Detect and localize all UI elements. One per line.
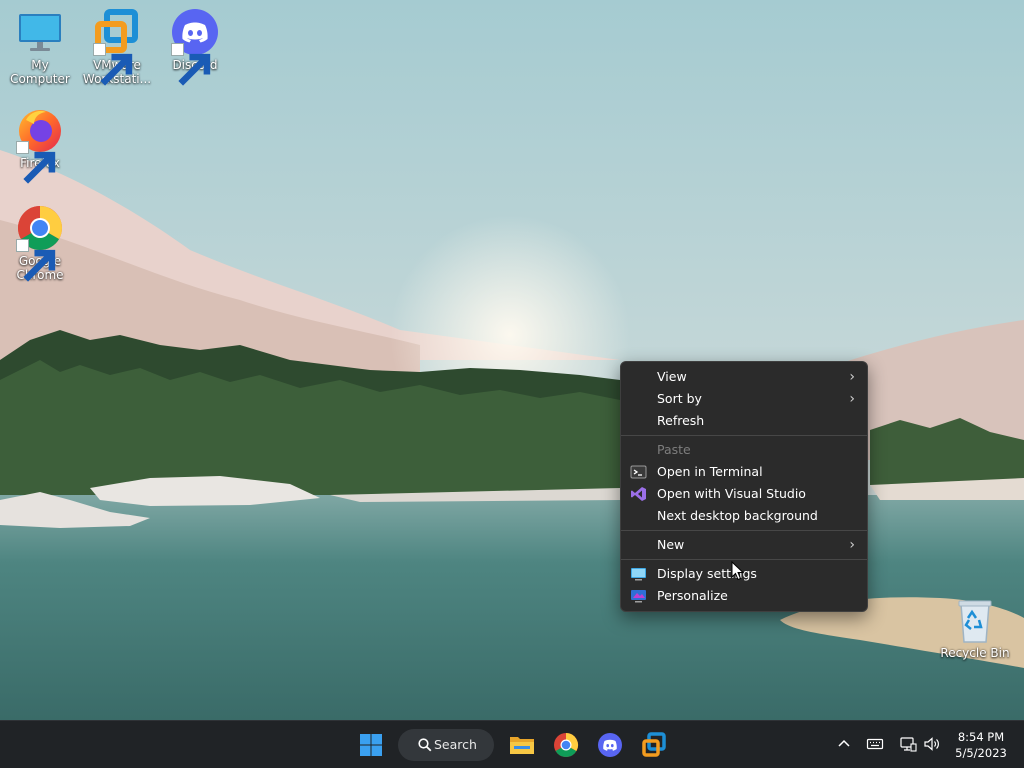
- desktop-icon-label: Recycle Bin: [940, 646, 1010, 660]
- menu-item-open-in-terminal[interactable]: Open in Terminal: [621, 461, 867, 483]
- menu-item-refresh[interactable]: Refresh: [621, 410, 867, 432]
- personalize-icon: [630, 588, 647, 604]
- vmware-icon: [642, 732, 666, 757]
- menu-separator: [621, 530, 867, 531]
- menu-item-sort-by[interactable]: Sort by ›: [621, 388, 867, 410]
- desktop-icon-recycle-bin[interactable]: Recycle Bin: [936, 596, 1014, 660]
- desktop-icon-discord[interactable]: Discord: [156, 8, 234, 86]
- menu-item-label: New: [657, 537, 685, 552]
- mouse-cursor-icon: [731, 561, 745, 581]
- shortcut-arrow-icon: [16, 141, 56, 184]
- display-icon: [630, 566, 647, 582]
- taskbar-discord[interactable]: [594, 729, 626, 761]
- shortcut-arrow-icon: [93, 43, 133, 86]
- keyboard-icon: [866, 738, 884, 750]
- chevron-right-icon: ›: [849, 369, 855, 385]
- menu-item-label: Open in Terminal: [657, 464, 763, 479]
- start-icon: [360, 734, 382, 756]
- desktop-icon-vmware[interactable]: VMware Workstati...: [78, 8, 156, 86]
- recycle-bin-icon: [951, 596, 999, 644]
- shortcut-arrow-icon: [171, 43, 211, 86]
- chrome-icon: [16, 204, 64, 282]
- menu-item-paste: Paste: [621, 439, 867, 461]
- start-button[interactable]: [355, 729, 387, 761]
- file-explorer-icon: [510, 737, 534, 754]
- firefox-icon: [16, 106, 64, 184]
- discord-icon: [598, 733, 622, 757]
- desktop-icon-label: My Computer: [10, 58, 70, 86]
- desktop[interactable]: My Computer VMware Workstati... Discord …: [0, 0, 1024, 720]
- clock-time: 8:54 PM: [957, 730, 1005, 744]
- menu-item-view[interactable]: View ›: [621, 366, 867, 388]
- network-icon: [900, 737, 917, 752]
- menu-item-label: View: [657, 369, 687, 384]
- desktop-icon-my-computer[interactable]: My Computer: [1, 8, 79, 86]
- chevron-up-icon: [838, 739, 850, 747]
- menu-item-next-desktop-background[interactable]: Next desktop background: [621, 505, 867, 527]
- show-hidden-icons-button[interactable]: [835, 735, 853, 753]
- menu-item-label: Refresh: [657, 413, 705, 428]
- search-label: Search: [434, 737, 477, 752]
- taskbar: Search 8:54 PM 5/5/2023: [0, 720, 1024, 768]
- volume-icon: [924, 737, 939, 751]
- volume-button[interactable]: [923, 735, 941, 753]
- menu-item-label: Sort by: [657, 391, 702, 406]
- network-button[interactable]: [899, 735, 917, 753]
- vmware-icon: [93, 8, 141, 86]
- terminal-icon: [630, 464, 647, 480]
- monitor-icon: [16, 8, 64, 56]
- clock-date: 5/5/2023: [955, 746, 1007, 760]
- visual-studio-icon: [630, 486, 647, 502]
- keyboard-layout-button[interactable]: [866, 735, 884, 753]
- taskbar-search-button[interactable]: Search: [398, 729, 494, 761]
- menu-item-open-with-visual-studio[interactable]: Open with Visual Studio: [621, 483, 867, 505]
- shortcut-arrow-icon: [16, 239, 56, 282]
- chevron-right-icon: ›: [849, 537, 855, 553]
- menu-separator: [621, 559, 867, 560]
- chrome-icon: [554, 733, 579, 758]
- taskbar-file-explorer[interactable]: [506, 729, 538, 761]
- taskbar-clock[interactable]: 8:54 PM 5/5/2023: [948, 729, 1014, 761]
- menu-item-label: Personalize: [657, 588, 728, 603]
- menu-item-label: Paste: [657, 442, 691, 457]
- menu-separator: [621, 435, 867, 436]
- taskbar-vmware[interactable]: [638, 729, 670, 761]
- chevron-right-icon: ›: [849, 391, 855, 407]
- search-icon: [418, 738, 432, 752]
- menu-item-label: Next desktop background: [657, 508, 818, 523]
- desktop-icon-firefox[interactable]: Firefox: [1, 106, 79, 184]
- menu-item-personalize[interactable]: Personalize: [621, 585, 867, 607]
- menu-item-new[interactable]: New ›: [621, 534, 867, 556]
- desktop-icon-google-chrome[interactable]: Google Chrome: [1, 204, 79, 282]
- wallpaper-landscape: [0, 0, 1024, 720]
- menu-item-label: Open with Visual Studio: [657, 486, 806, 501]
- discord-icon: [171, 8, 219, 86]
- taskbar-chrome[interactable]: [550, 729, 582, 761]
